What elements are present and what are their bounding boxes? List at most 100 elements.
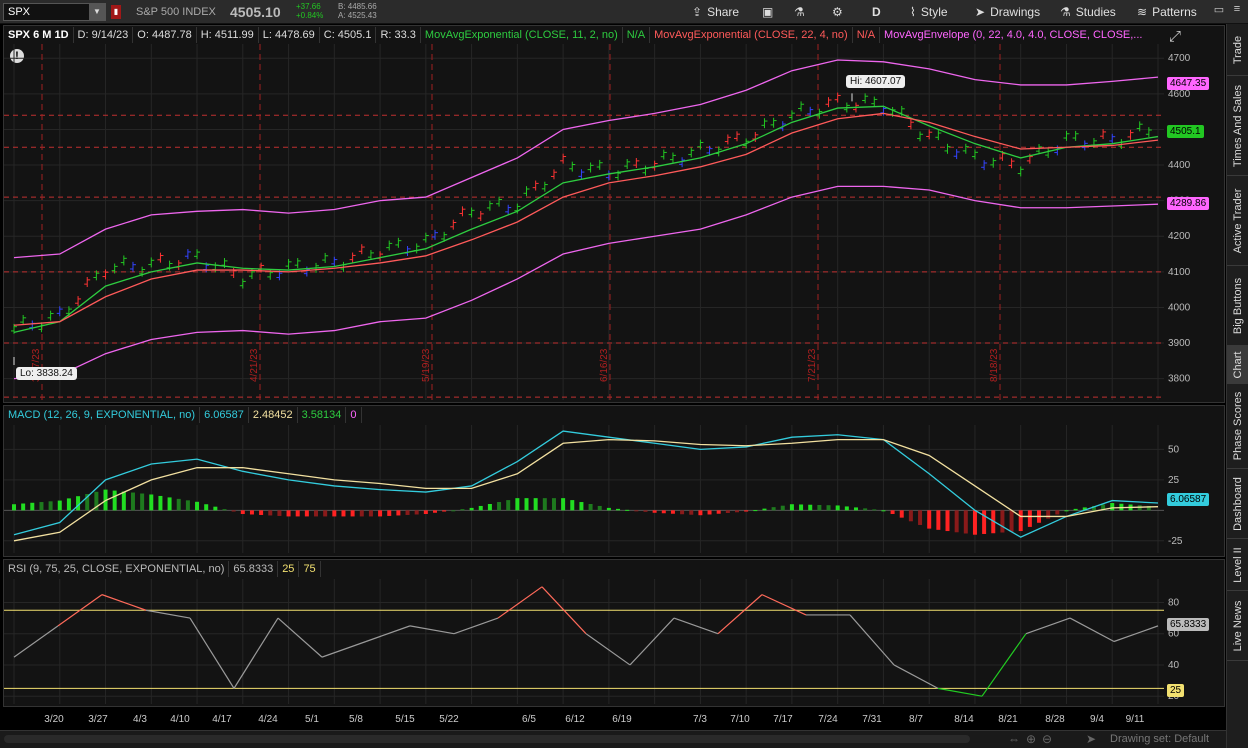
style-label: Style [920, 5, 948, 19]
rsi-value: 65.8333 [229, 561, 279, 577]
macd-signal: 2.48452 [249, 407, 298, 423]
alert-icon[interactable]: ! [10, 49, 24, 63]
x-axis-label: 9/4 [1090, 714, 1104, 725]
aggregation-button[interactable]: D [872, 4, 881, 20]
sidebar-tab-label: Big Buttons [1232, 277, 1244, 334]
hi-callout: Hi: 4607.07 [846, 75, 906, 88]
patterns-button[interactable]: ≋ Patterns [1137, 4, 1197, 20]
envelope-lower-tag: 4289.86 [1167, 197, 1210, 210]
patterns-label: Patterns [1152, 5, 1197, 19]
rsi-oversold: 25 [278, 561, 300, 577]
x-axis-label: 5/22 [439, 714, 459, 725]
x-axis-label: 7/3 [693, 714, 707, 725]
sidebar-tab-label: Level II [1232, 546, 1244, 583]
ema1-value: N/A [623, 27, 651, 43]
drawings-button[interactable]: ➤ Drawings [975, 4, 1040, 20]
ema2-label[interactable]: MovAvgExponential (CLOSE, 22, 4, no) [650, 27, 853, 43]
x-axis-label: 9/11 [1126, 714, 1145, 725]
rsi-tag: 65.8333 [1167, 618, 1210, 631]
drawings-label: Drawings [990, 5, 1041, 19]
sidebar-tab-label: Times And Sales [1232, 84, 1244, 167]
envelope-upper-tag: 4647.35 [1167, 77, 1210, 90]
share-label: Share [707, 5, 740, 19]
right-sidebar: Trade Times And Sales Active Trader Big But… [1226, 24, 1248, 748]
x-axis-label: 8/21 [998, 714, 1018, 725]
gear-icon: ⚙ [832, 5, 843, 19]
x-axis-label: 4/3 [133, 714, 147, 725]
symbol-name: S&P 500 INDEX [136, 6, 216, 18]
sidebar-tab-chart[interactable]: Chart [1227, 346, 1248, 384]
menu-icon[interactable]: ≡ [1230, 3, 1244, 19]
sidebar-tab-phase-scores[interactable]: Phase Scores [1227, 384, 1248, 469]
x-axis-label: 5/1 [305, 714, 319, 725]
patterns-icon: ≋ [1137, 5, 1148, 19]
camera-icon: ▣ [762, 5, 774, 19]
x-axis-label: 8/14 [954, 714, 974, 725]
sidebar-tab-label: Live News [1232, 600, 1244, 651]
x-axis-label: 7/10 [730, 714, 750, 725]
envelope-label[interactable]: MovAvgEnvelope (0, 22, 4.0, 4.0, CLOSE, … [880, 27, 1146, 43]
x-axis-label: 5/15 [395, 714, 415, 725]
cursor-icon: ➤ [975, 5, 986, 19]
macd-pane[interactable]: MACD (12, 26, 9, EXPONENTIAL, no) 6.0658… [3, 405, 1225, 557]
sidebar-tab-trade[interactable]: Trade [1227, 24, 1248, 76]
minimize-icon[interactable]: ▭ [1212, 3, 1226, 19]
macd-diff: 3.58134 [298, 407, 347, 423]
cursor-icon[interactable]: ➤ [1086, 732, 1096, 746]
flask-button[interactable]: ⚗ [794, 4, 805, 20]
price-pane[interactable]: SPX 6 M 1D D: 9/14/23 O: 4487.78 H: 4511… [3, 25, 1225, 403]
rsi-info-row: RSI (9, 75, 25, CLOSE, EXPONENTIAL, no) … [4, 560, 321, 578]
flag-icon[interactable]: ▮ [111, 5, 121, 19]
x-axis-label: 4/10 [170, 714, 190, 725]
sidebar-tab-label: Trade [1232, 35, 1244, 64]
sidebar-tab-label: Chart [1232, 351, 1244, 378]
flask-icon: ⚗ [1060, 5, 1071, 19]
drawing-set-label[interactable]: Drawing set: Default [1110, 733, 1209, 745]
symbol-value: SPX [8, 6, 31, 18]
rsi-label[interactable]: RSI (9, 75, 25, CLOSE, EXPONENTIAL, no) [4, 561, 230, 577]
sidebar-tab-times-and-sales[interactable]: Times And Sales [1227, 76, 1248, 176]
snapshot-button[interactable]: ▣ [762, 4, 773, 20]
x-axis-label: 8/28 [1045, 714, 1065, 725]
last-price: 4505.10 [230, 4, 281, 20]
macd-zero: 0 [346, 407, 362, 423]
sidebar-tab-dashboard[interactable]: Dashboard [1227, 469, 1248, 539]
rsi-pane[interactable]: RSI (9, 75, 25, CLOSE, EXPONENTIAL, no) … [3, 559, 1225, 707]
flask-icon: ⚗ [794, 5, 805, 19]
style-button[interactable]: ⌇ Style [910, 4, 948, 20]
bid: B: 4485.66 [338, 2, 377, 11]
lo-callout: Lo: 3838.24 [16, 367, 77, 380]
x-axis-label: 4/17 [212, 714, 232, 725]
sidebar-tab-label: Dashboard [1232, 476, 1244, 531]
bid-ask-block: B: 4485.66 A: 4525.43 [338, 2, 377, 20]
chevron-down-icon[interactable]: ▼ [89, 4, 105, 20]
share-button[interactable]: ⇪ Share [692, 4, 739, 20]
macd-label[interactable]: MACD (12, 26, 9, EXPONENTIAL, no) [4, 407, 201, 423]
x-axis-label: 4/24 [258, 714, 278, 725]
share-icon: ⇪ [692, 5, 703, 19]
x-axis-label: 7/17 [773, 714, 793, 725]
scrollbar[interactable] [4, 735, 970, 743]
change-abs: +37.66 [296, 2, 321, 11]
sidebar-tab-live-news[interactable]: Live News [1227, 591, 1248, 661]
bottom-bar: ⇔⊕⊖ ➤ Drawing set: Default [0, 730, 1226, 748]
settings-button[interactable]: ⚙ [832, 4, 843, 20]
x-axis-label: 6/19 [612, 714, 632, 725]
low-value: L: 4478.69 [259, 27, 320, 43]
x-axis-label: 7/24 [818, 714, 838, 725]
x-axis-label: 3/20 [44, 714, 64, 725]
sidebar-tab-label: Phase Scores [1232, 391, 1244, 461]
expand-icon[interactable]: ⤢ [1169, 28, 1181, 45]
macd-info-row: MACD (12, 26, 9, EXPONENTIAL, no) 6.0658… [4, 406, 362, 424]
x-axis-label: 7/31 [862, 714, 882, 725]
ema1-label[interactable]: MovAvgExponential (CLOSE, 11, 2, no) [421, 27, 623, 43]
sidebar-tab-active-trader[interactable]: Active Trader [1227, 176, 1248, 266]
sidebar-tab-label: Active Trader [1232, 188, 1244, 253]
range-value: R: 33.3 [376, 27, 421, 43]
sidebar-tab-big-buttons[interactable]: Big Buttons [1227, 266, 1248, 346]
style-icon: ⌇ [910, 5, 916, 19]
aggregation-label: D [872, 5, 881, 19]
studies-button[interactable]: ⚗ Studies [1060, 4, 1116, 20]
zoom-controls[interactable]: ⇔⊕⊖ [1008, 732, 1058, 746]
sidebar-tab-level-ii[interactable]: Level II [1227, 539, 1248, 591]
